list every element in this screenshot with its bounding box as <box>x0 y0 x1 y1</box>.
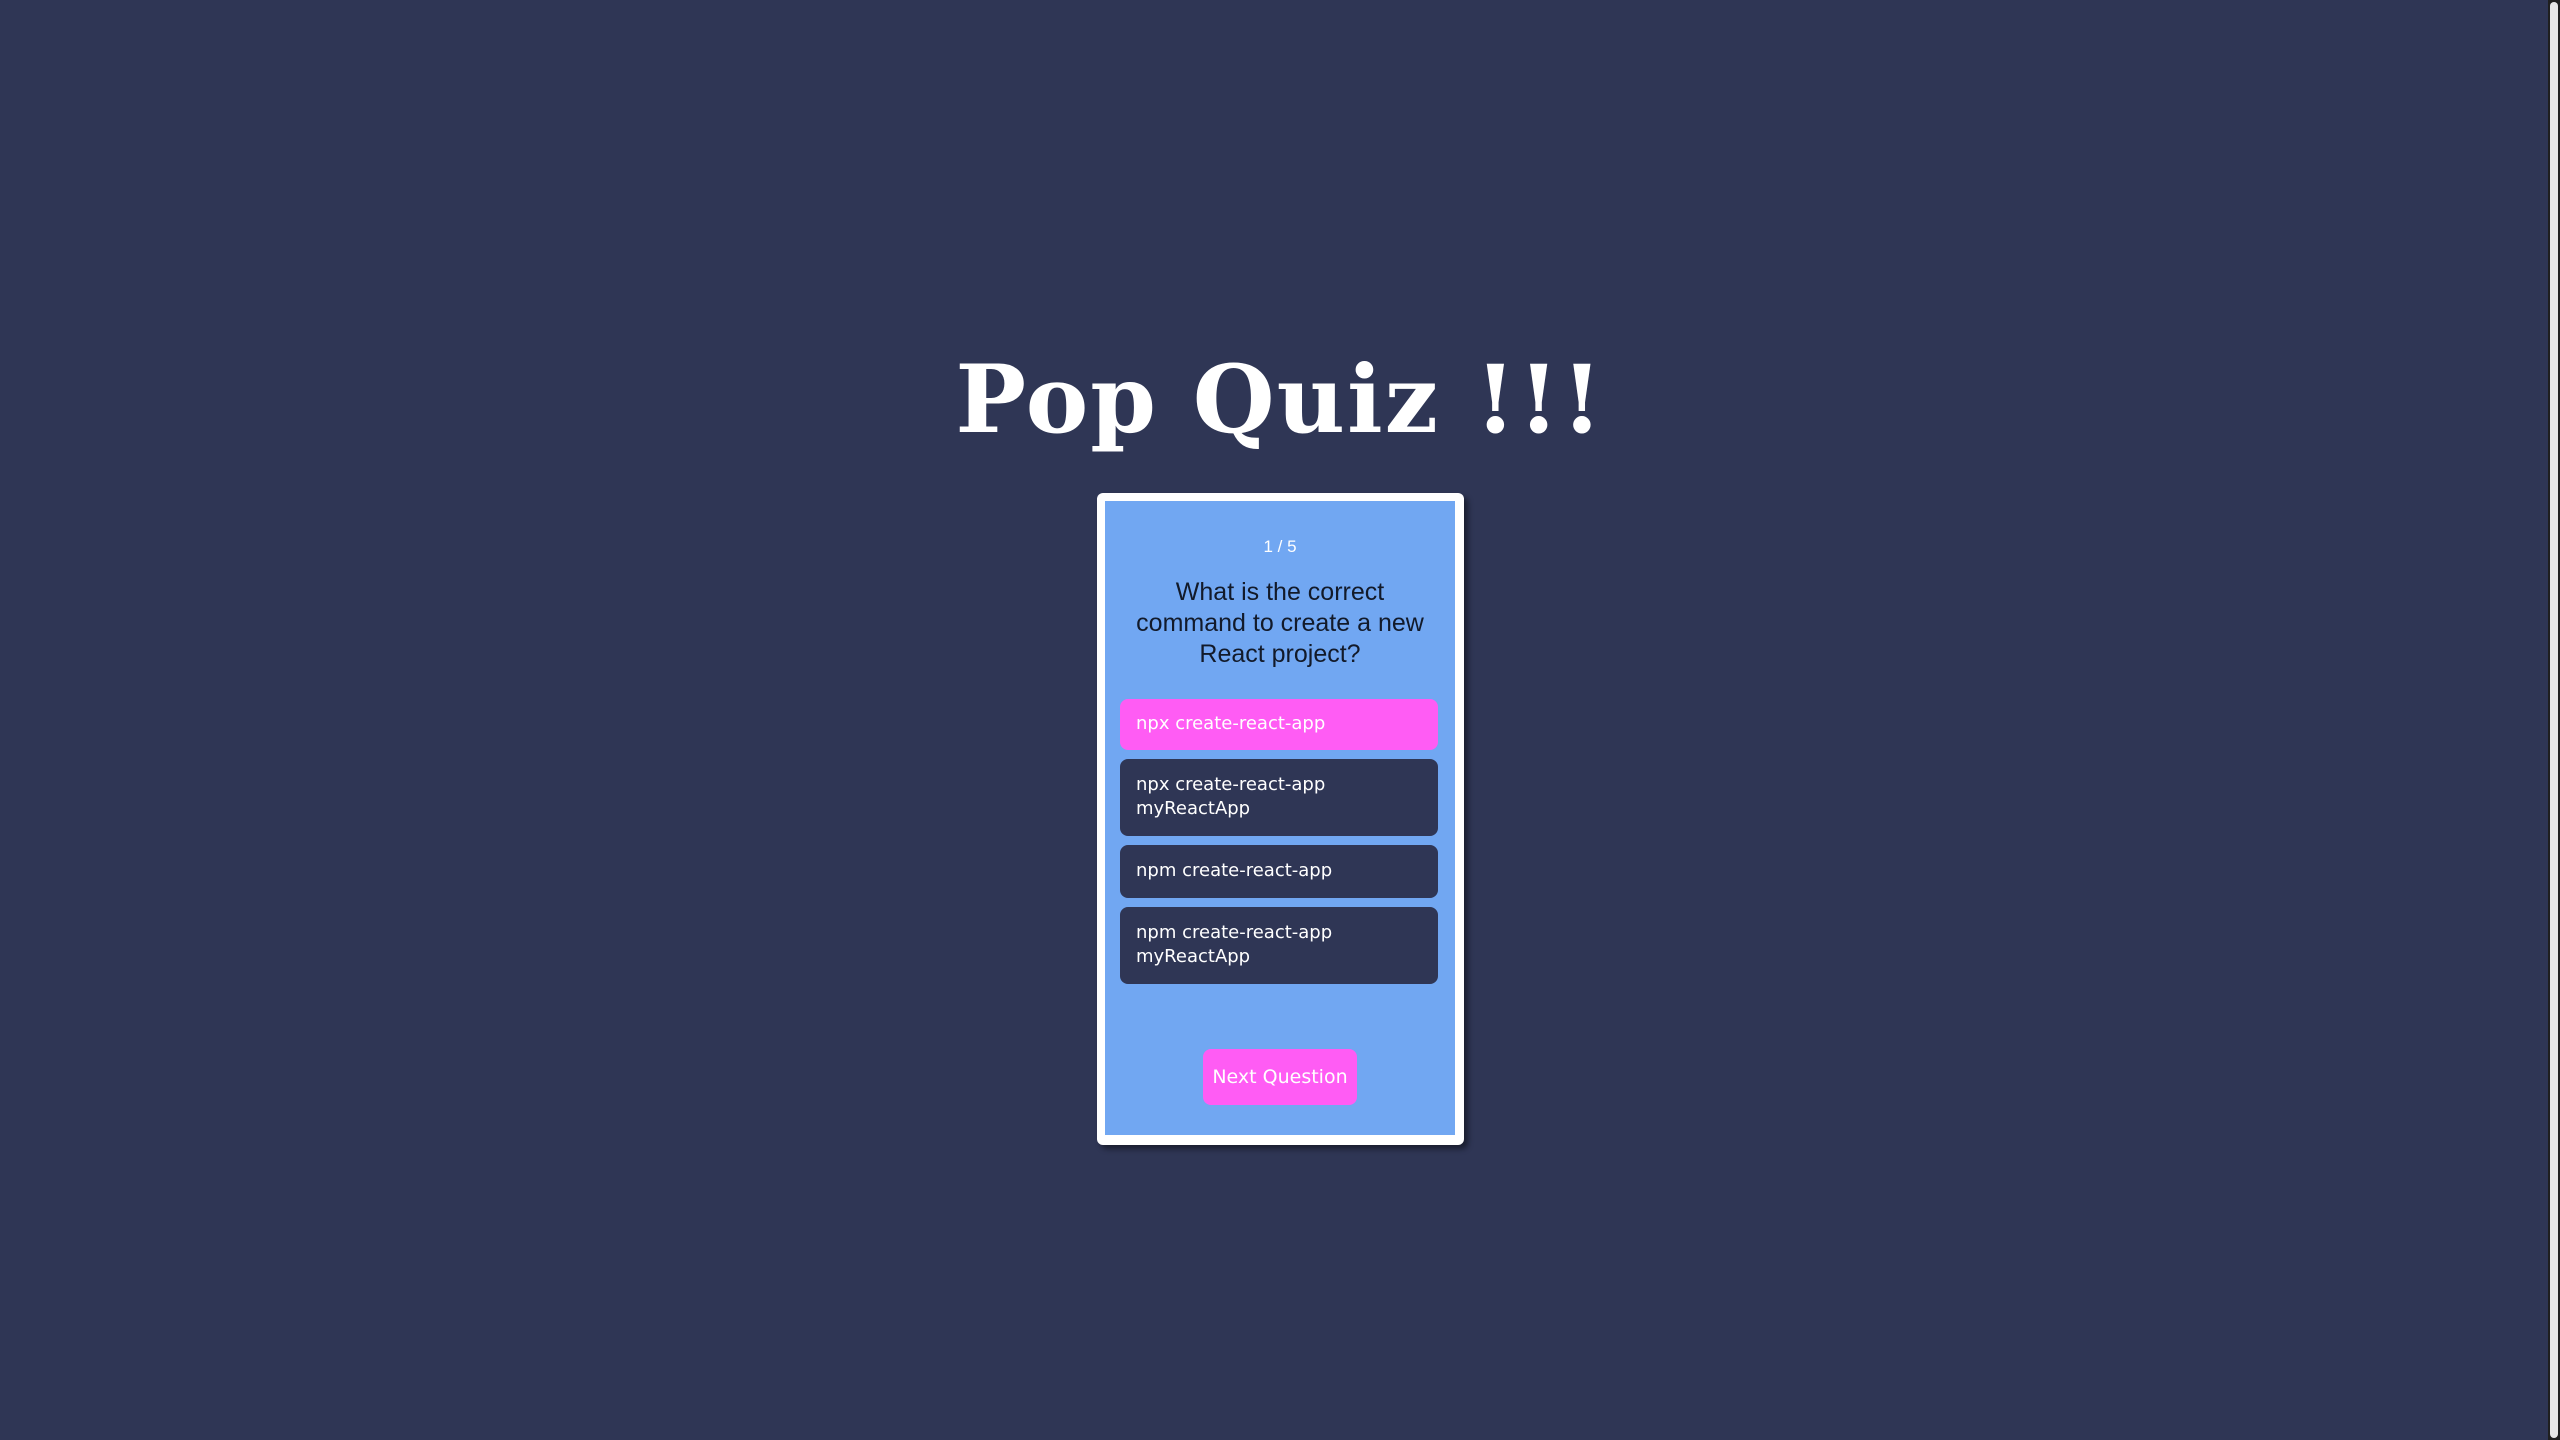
page-scrollbar[interactable] <box>2548 0 2560 1440</box>
scrollbar-thumb[interactable] <box>2550 2 2558 1438</box>
quiz-card-frame: 1 / 5 What is the correct command to cre… <box>1097 493 1464 1145</box>
next-question-button[interactable]: Next Question <box>1203 1049 1357 1105</box>
page-title: Pop Quiz !!! <box>955 345 1605 455</box>
quiz-page: Pop Quiz !!! 1 / 5 What is the correct c… <box>0 0 2548 1440</box>
quiz-card: 1 / 5 What is the correct command to cre… <box>1105 501 1455 1135</box>
answer-option-2[interactable]: npx create-react-app myReactApp <box>1120 759 1438 836</box>
question-text: What is the correct command to create a … <box>1136 578 1424 668</box>
answer-option-4[interactable]: npm create-react-app myReactApp <box>1120 907 1438 984</box>
answer-option-1[interactable]: npx create-react-app <box>1120 699 1438 750</box>
question-counter: 1 / 5 <box>1263 537 1297 556</box>
answer-option-3[interactable]: npm create-react-app <box>1120 845 1438 898</box>
answer-list: npx create-react-app npx create-react-ap… <box>1120 699 1438 993</box>
